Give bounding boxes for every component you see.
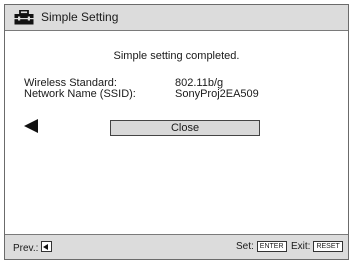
simple-setting-window: Simple Setting Simple setting completed.…	[4, 4, 349, 260]
exit-hint: Exit: RESET	[291, 241, 343, 252]
set-label: Set:	[236, 241, 254, 252]
left-arrow-icon[interactable]	[24, 119, 38, 133]
prev-label: Prev.:	[13, 243, 39, 254]
left-arrow-key-icon	[41, 241, 53, 252]
set-hint: Set: ENTER	[236, 241, 287, 252]
network-name-value: SonyProj2EA509	[175, 88, 259, 100]
window-title: Simple Setting	[41, 10, 119, 24]
prev-hint: Prev.:	[13, 241, 53, 254]
close-button[interactable]: Close	[110, 120, 260, 136]
enter-key: ENTER	[256, 241, 287, 252]
toolbox-icon	[14, 10, 34, 25]
completion-message: Simple setting completed.	[113, 50, 240, 62]
network-name-label: Network Name (SSID):	[24, 88, 136, 100]
title-bar: Simple Setting	[5, 5, 348, 31]
footer-bar: Prev.: Set: ENTER Exit: RESET	[5, 234, 348, 259]
exit-label: Exit:	[291, 241, 311, 252]
reset-key: RESET	[313, 241, 343, 252]
